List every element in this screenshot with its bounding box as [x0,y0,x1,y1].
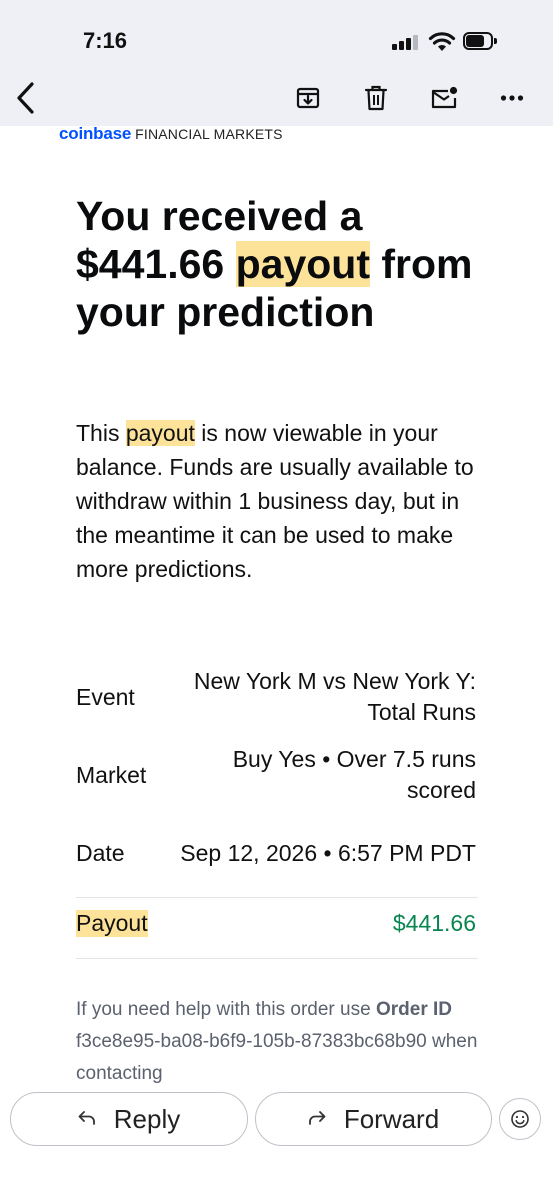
detail-row-payout: Payout $441.66 [76,898,476,948]
mail-unread-icon[interactable] [426,80,462,116]
forward-label: Forward [343,1103,440,1134]
paragraph-text: This [76,420,126,446]
detail-row-event: Event New York M vs New York Y: Total Ru… [76,662,476,732]
help-text: If you need help with this order use Ord… [76,994,486,1086]
reply-action-bar: Reply Forward [0,1086,553,1200]
battery-icon [463,32,497,50]
email-headline: You received a $441.66 payout from your … [76,192,496,336]
detail-row-date: Date Sep 12, 2026 • 6:57 PM PDT [76,818,476,888]
detail-value: Buy Yes • Over 7.5 runs scored [232,746,476,803]
coinbase-logo[interactable]: coinbase [59,126,131,143]
detail-label: Date [76,839,125,866]
headline-highlight: payout [235,241,371,287]
wifi-icon [428,30,456,52]
email-body: coinbase FINANCIAL MARKETS You received a… [0,126,553,1086]
divider [76,958,478,959]
status-time: 7:16 [83,28,128,53]
email-paragraph: This payout is now viewable in your bala… [76,416,496,586]
top-area: 7:16 [0,0,553,126]
help-text-start: If you need help with this order use [76,999,376,1020]
detail-label: Event [76,683,135,710]
detail-value: Sep 12, 2026 • 6:57 PM PDT [180,839,476,866]
forward-button[interactable]: Forward [255,1092,492,1146]
paragraph-highlight: payout [125,420,195,446]
reply-arrow-icon [78,1108,96,1131]
cellular-signal-icon [392,34,420,50]
trash-icon[interactable] [358,80,394,116]
payout-label: Payout [76,909,148,937]
brand-subtitle: FINANCIAL MARKETS [135,126,283,142]
emoji-reaction-icon[interactable] [499,1098,541,1140]
reply-label: Reply [113,1103,181,1134]
detail-row-market: Market Buy Yes • Over 7.5 runs scored [76,740,476,810]
help-order-id-label: Order ID [375,999,452,1020]
forward-arrow-icon [308,1108,326,1131]
detail-label: Market [76,761,147,788]
detail-value: New York M vs New York Y: Total Runs [193,668,476,725]
chevron-left-icon[interactable] [8,80,44,116]
more-horizontal-icon[interactable] [494,80,530,116]
brand-header: coinbase FINANCIAL MARKETS [59,126,283,144]
reply-button[interactable]: Reply [10,1092,248,1146]
archive-icon[interactable] [290,80,326,116]
help-text-end: f3ce8e95-ba08-b6f9-105b-87383bc68b90 whe… [76,1031,478,1084]
payout-amount: $441.66 [392,909,476,936]
email-toolbar [0,72,553,124]
status-bar: 7:16 [0,0,553,72]
